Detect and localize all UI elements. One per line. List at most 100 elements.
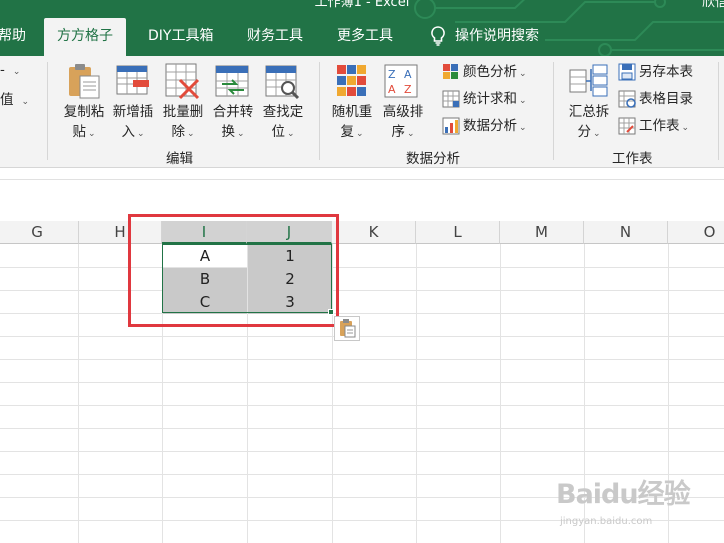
grid-line — [0, 405, 724, 406]
find-locate-icon — [265, 65, 300, 100]
random-repeat-label-2: 复 — [340, 124, 354, 140]
cell-j2[interactable]: 2 — [248, 268, 332, 291]
advanced-sort-button[interactable]: 高级排 序 ⌄ — [379, 102, 427, 144]
color-analysis-label: 颜色分析 — [463, 64, 517, 80]
grid-line — [416, 244, 417, 543]
baidu-url: jingyan.baidu.com — [560, 516, 653, 527]
column-header-m[interactable]: M — [500, 221, 584, 244]
merge-convert-label-2: 换 — [221, 124, 235, 140]
copy-paste-button[interactable]: 复制粘 贴 ⌄ — [60, 102, 108, 144]
data-analysis-icon — [442, 117, 460, 135]
find-locate-label-2: 位 — [271, 124, 285, 140]
cell-i1[interactable]: A — [163, 245, 247, 268]
tell-me-search[interactable]: 操作说明搜索 — [431, 18, 539, 56]
save-sheet-button[interactable]: 另存本表 — [618, 62, 693, 82]
left-cut-label-1: - — [0, 62, 5, 78]
data-analysis-button[interactable]: 数据分析 ⌄ — [442, 116, 527, 138]
paste-options-icon — [340, 319, 356, 338]
paste-options-button[interactable] — [334, 316, 360, 341]
grid-line — [0, 290, 724, 291]
column-header-n[interactable]: N — [584, 221, 668, 244]
left-cut-button-1[interactable]: - ⌄ — [0, 60, 20, 82]
color-analysis-button[interactable]: 颜色分析 ⌄ — [442, 62, 527, 84]
table-index-button[interactable]: 表格目录 — [618, 89, 693, 109]
column-header-h[interactable]: H — [79, 221, 162, 244]
worksheet-label: 工作表 — [639, 118, 680, 134]
advanced-sort-label-2: 序 — [391, 124, 405, 140]
tab-help[interactable]: 帮助 — [0, 18, 26, 56]
fill-handle[interactable] — [328, 309, 334, 315]
grid-line — [0, 267, 724, 268]
advanced-sort-icon: ZA AZ — [384, 64, 418, 98]
ribbon-divider — [319, 62, 320, 160]
grid-line — [0, 336, 724, 337]
color-palette-icon — [443, 64, 458, 79]
summary-split-label-1: 汇总拆 — [568, 104, 610, 120]
excel-window: 工作簿1 - Excel 欣信 帮助 方方格子 DIY工具箱 财务工具 更多工具… — [0, 0, 724, 543]
clipboard-icon — [69, 64, 100, 99]
grid-line — [0, 359, 724, 360]
column-header-i[interactable]: I — [162, 221, 247, 244]
cell-j3[interactable]: 3 — [248, 291, 332, 314]
find-locate-button[interactable]: 查找定 位 ⌄ — [259, 102, 307, 144]
user-name: 欣信 — [701, 0, 724, 10]
summary-split-button[interactable]: 汇总拆 分 ⌄ — [563, 102, 615, 144]
baidu-logo: Baidu经验 — [556, 479, 691, 510]
left-cut-button-2[interactable]: 值 ⌄ — [0, 90, 29, 112]
column-header-o[interactable]: O — [668, 221, 724, 244]
merge-convert-button[interactable]: 合并转 换 ⌄ — [209, 102, 257, 144]
random-repeat-button[interactable]: 随机重 复 ⌄ — [328, 102, 376, 144]
tab-diy-toolbox[interactable]: DIY工具箱 — [148, 18, 213, 56]
column-header-g[interactable]: G — [0, 221, 79, 244]
lightbulb-icon — [431, 26, 445, 46]
column-header-k[interactable]: K — [332, 221, 416, 244]
table-index-label: 表格目录 — [639, 91, 693, 107]
batch-delete-label-2: 除 — [171, 124, 185, 140]
merge-convert-icon — [215, 65, 249, 97]
add-insert-label-2: 入 — [121, 124, 135, 140]
group-label-worksheet: 工作表 — [612, 151, 653, 167]
group-label-data-analysis: 数据分析 — [406, 151, 460, 167]
grid-line — [78, 244, 79, 543]
find-locate-label-1: 查找定 — [262, 104, 304, 120]
cell-i3[interactable]: C — [163, 291, 247, 314]
stat-sum-button[interactable]: 统计求和 ⌄ — [442, 89, 527, 111]
grid-line — [0, 451, 724, 452]
grid-line — [0, 428, 724, 429]
baidu-watermark: Baidu经验 jingyan.baidu.com — [556, 480, 724, 540]
svg-text:A: A — [404, 68, 412, 81]
summary-split-label-2: 分 — [577, 124, 591, 140]
svg-text:Z: Z — [404, 83, 412, 96]
tab-more-tools[interactable]: 更多工具 — [337, 18, 393, 56]
data-analysis-label: 数据分析 — [463, 118, 517, 134]
ribbon-divider — [47, 62, 48, 160]
grid-line — [332, 244, 333, 543]
tab-finance-tools[interactable]: 财务工具 — [247, 18, 303, 56]
batch-delete-button[interactable]: 批量删 除 ⌄ — [159, 102, 207, 144]
ribbon: - ⌄ 值 ⌄ 复制粘 贴 ⌄ 新增插 入 ⌄ 批量删 除 ⌄ 合并转 换 ⌄ … — [0, 56, 724, 168]
ribbon-divider — [553, 62, 554, 160]
random-repeat-label-1: 随机重 — [331, 104, 373, 120]
merge-convert-label-1: 合并转 — [212, 104, 254, 120]
tab-fangfang[interactable]: 方方格子 — [44, 18, 126, 56]
insert-table-icon — [116, 65, 149, 95]
formula-bar-divider — [0, 179, 724, 180]
cell-i2[interactable]: B — [163, 268, 247, 291]
tell-me-label: 操作说明搜索 — [455, 28, 539, 44]
add-insert-label-1: 新增插 — [112, 104, 154, 120]
title-and-tab-bar: 工作簿1 - Excel 欣信 帮助 方方格子 DIY工具箱 财务工具 更多工具… — [0, 0, 724, 56]
svg-text:Z: Z — [388, 68, 396, 81]
stat-sum-label: 统计求和 — [463, 91, 517, 107]
copy-paste-label-2: 贴 — [72, 124, 86, 140]
window-title: 工作簿1 - Excel — [314, 0, 410, 10]
save-sheet-label: 另存本表 — [639, 64, 693, 80]
column-header-j[interactable]: J — [247, 221, 332, 244]
summary-split-icon — [569, 64, 608, 97]
cell-j1[interactable]: 1 — [248, 245, 332, 268]
worksheet-icon — [618, 117, 636, 135]
formula-bar-area[interactable] — [0, 168, 724, 220]
column-header-l[interactable]: L — [416, 221, 500, 244]
add-insert-button[interactable]: 新增插 入 ⌄ — [109, 102, 157, 144]
grid-line — [0, 313, 724, 314]
worksheet-button[interactable]: 工作表 ⌄ — [618, 116, 689, 138]
